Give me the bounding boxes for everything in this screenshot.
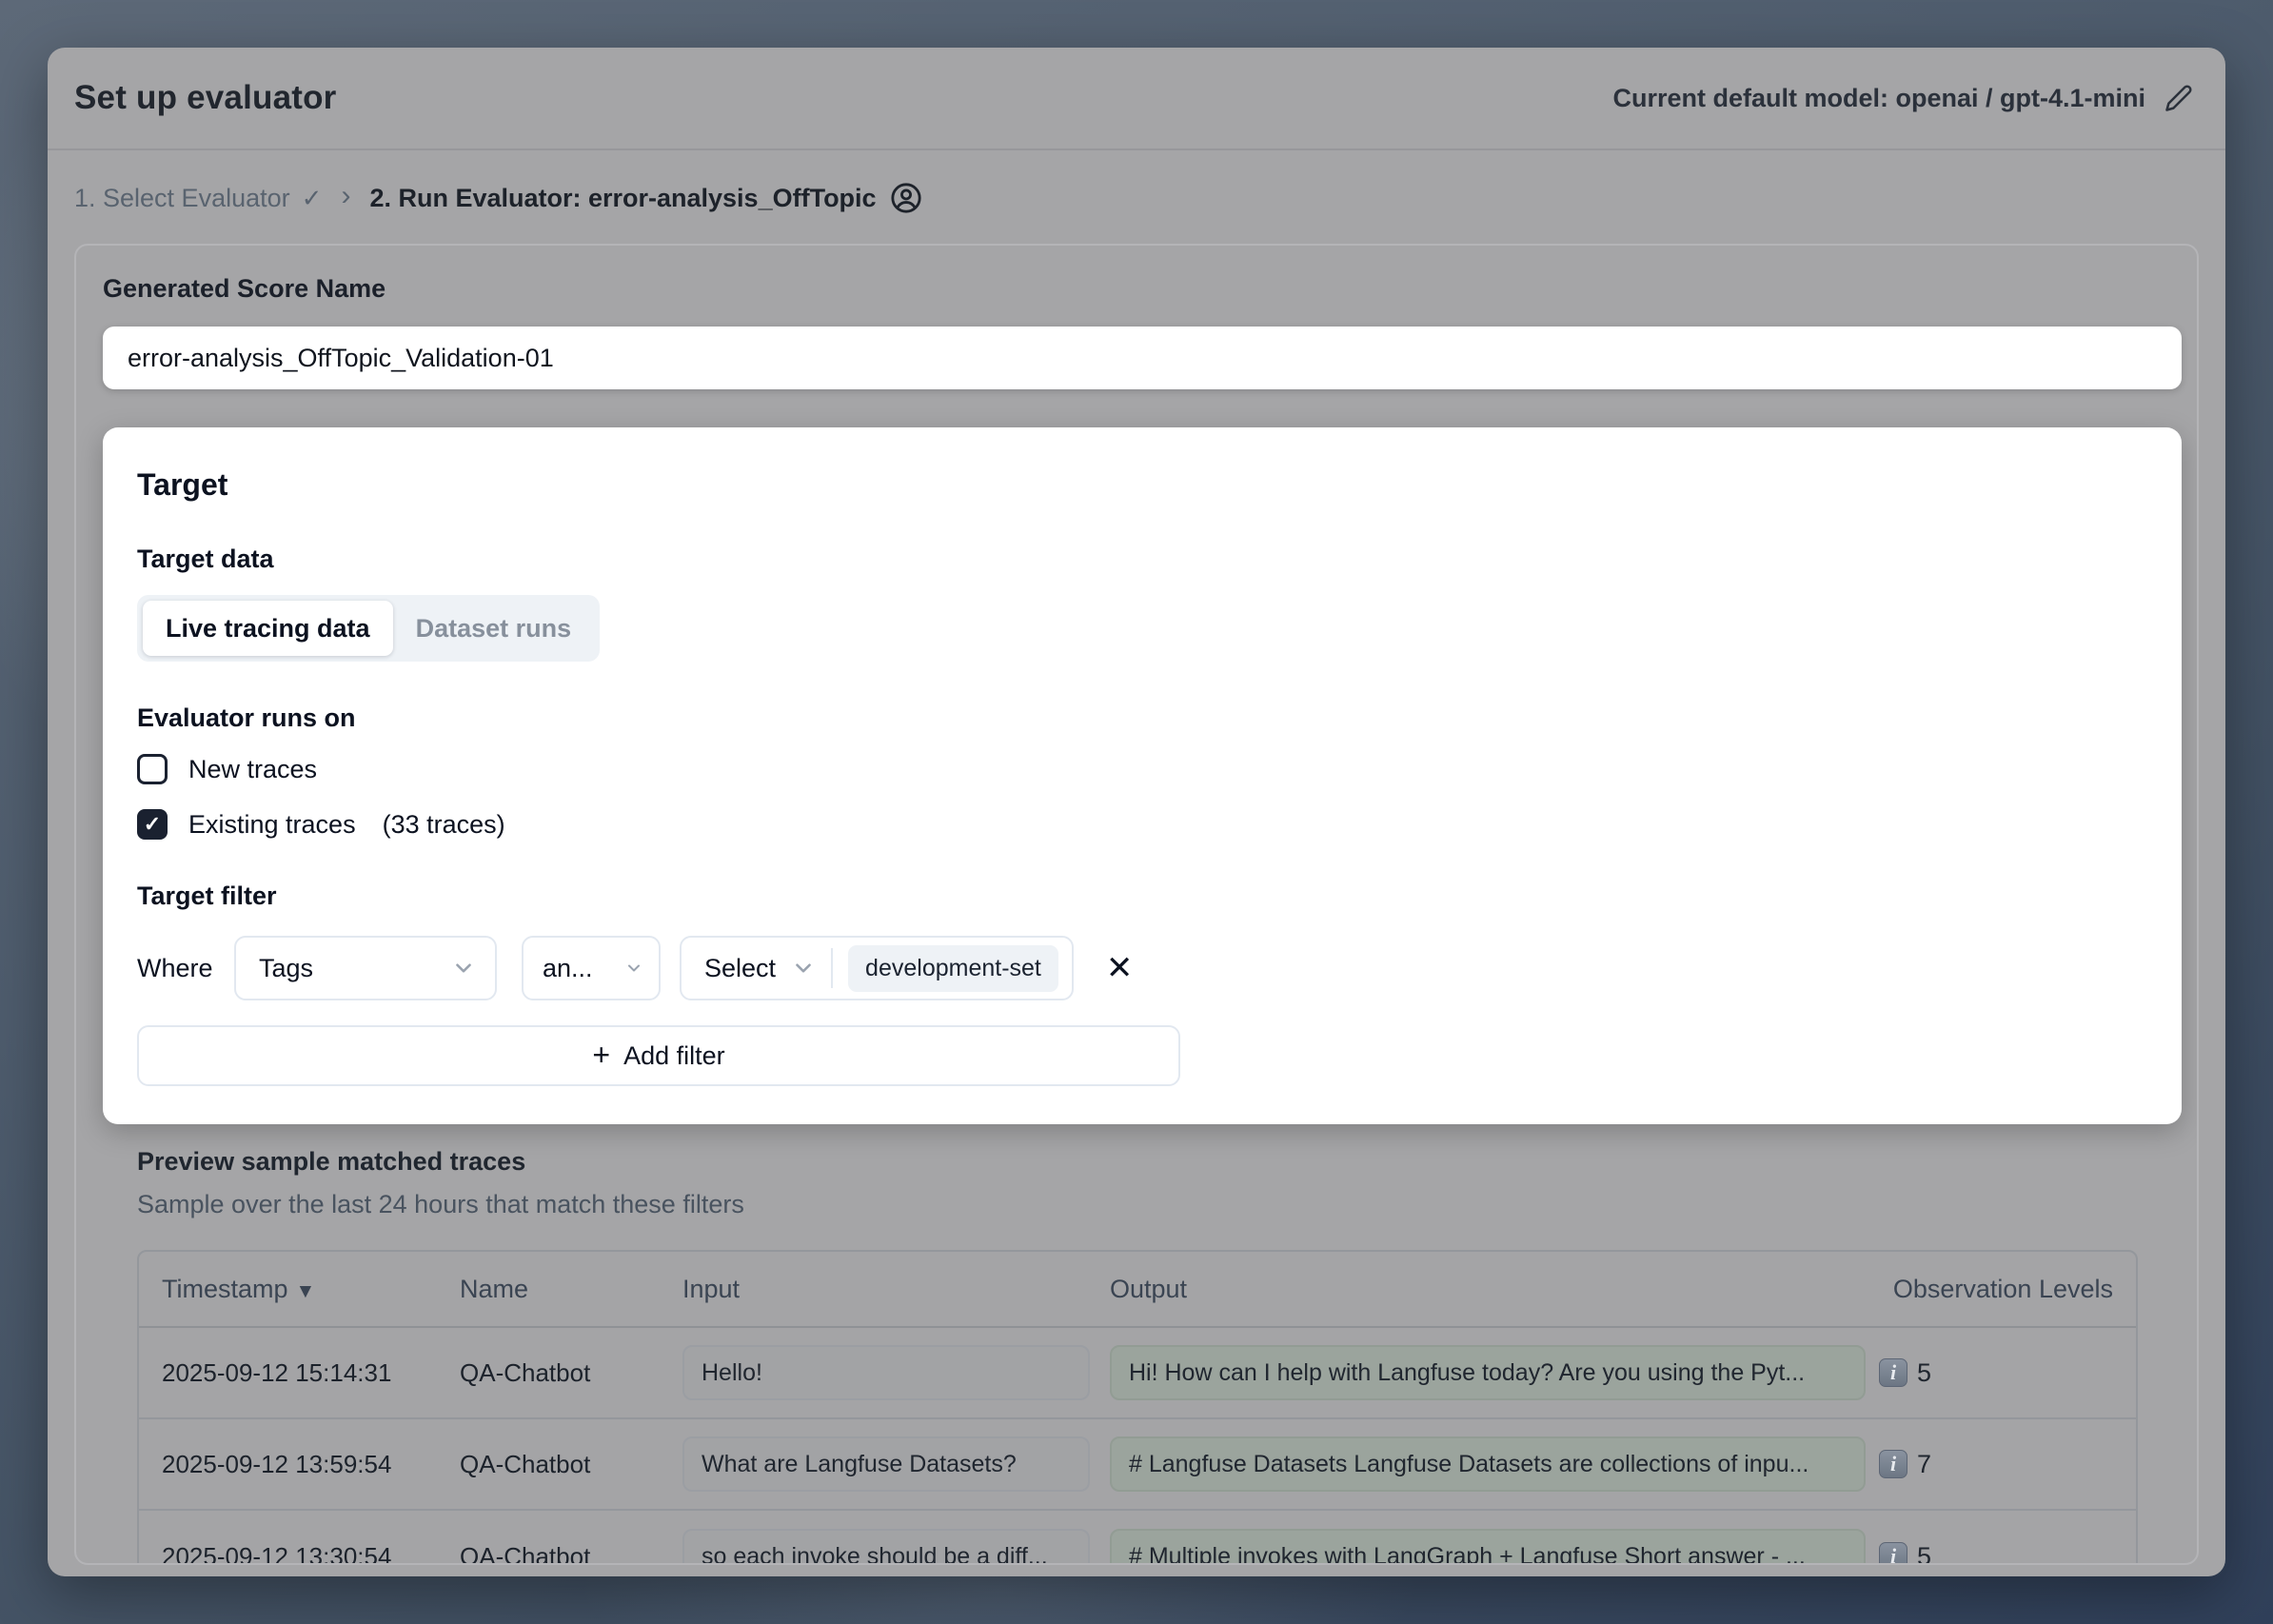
filter-operator-select[interactable]: an...: [522, 936, 661, 1000]
target-data-label: Target data: [137, 545, 2144, 574]
filter-value-select[interactable]: Select development-set: [680, 936, 1074, 1000]
observation-levels-cell: i 7: [1879, 1450, 2136, 1479]
preview-title: Preview sample matched traces: [137, 1147, 2197, 1177]
breadcrumb-step-select-evaluator[interactable]: 1. Select Evaluator ✓: [74, 184, 322, 213]
remove-filter-button[interactable]: ✕: [1098, 948, 1141, 988]
tab-dataset-runs[interactable]: Dataset runs: [393, 601, 595, 656]
input-cell: Hello!: [682, 1345, 1090, 1400]
observation-count: 5: [1917, 1542, 1931, 1566]
divider: [831, 948, 833, 988]
filter-column-select[interactable]: Tags: [234, 936, 497, 1000]
filter-value-select-label: Select: [704, 954, 776, 983]
info-icon: i: [1879, 1450, 1907, 1478]
column-header-output: Output: [1110, 1275, 1879, 1304]
filter-column-value: Tags: [259, 954, 313, 983]
table-row: 2025-09-12 13:30:54 QA-Chatbot so each i…: [139, 1511, 2136, 1565]
preview-section: Preview sample matched traces Sample ove…: [137, 1147, 2197, 1565]
breadcrumb: 1. Select Evaluator ✓ › 2. Run Evaluator…: [74, 152, 2199, 244]
observation-count: 7: [1917, 1450, 1931, 1479]
default-model-label: Current default model: openai / gpt-4.1-…: [1612, 84, 2145, 113]
check-icon: ✓: [302, 184, 323, 213]
generated-score-name-input[interactable]: [103, 327, 2182, 389]
observation-levels-cell: i 5: [1879, 1542, 2136, 1566]
info-icon: i: [1879, 1358, 1907, 1387]
user-circle-icon: [890, 182, 922, 214]
observation-levels-cell: i 5: [1879, 1358, 2136, 1388]
observation-count: 5: [1917, 1358, 1931, 1388]
preview-subtitle: Sample over the last 24 hours that match…: [137, 1190, 2197, 1219]
timestamp-cell: 2025-09-12 13:30:54: [139, 1542, 460, 1566]
target-card-title: Target: [137, 467, 2144, 503]
column-header-timestamp[interactable]: Timestamp▼: [139, 1275, 460, 1304]
default-model-row: Current default model: openai / gpt-4.1-…: [1612, 80, 2197, 116]
timestamp-cell: 2025-09-12 13:59:54: [139, 1450, 460, 1479]
target-data-tabs: Live tracing data Dataset runs: [137, 595, 600, 662]
name-cell: QA-Chatbot: [460, 1542, 682, 1566]
output-cell: Hi! How can I help with Langfuse today? …: [1110, 1345, 1866, 1400]
timestamp-cell: 2025-09-12 15:14:31: [139, 1358, 460, 1388]
run-evaluator-panel: Generated Score Name Target Target data …: [74, 244, 2199, 1565]
add-filter-label: Add filter: [623, 1041, 725, 1071]
output-cell: # Langfuse Datasets Langfuse Datasets ar…: [1110, 1436, 1866, 1492]
name-cell: QA-Chatbot: [460, 1450, 682, 1479]
name-cell: QA-Chatbot: [460, 1358, 682, 1388]
new-traces-checkbox[interactable]: [137, 754, 168, 784]
chevron-right-icon: ›: [341, 180, 350, 216]
table-header-row: Timestamp▼ Name Input Output Observation…: [139, 1252, 2136, 1328]
sort-desc-icon: ▼: [296, 1280, 316, 1302]
setup-evaluator-modal: Set up evaluator Current default model: …: [48, 48, 2225, 1576]
chevron-down-icon: [791, 956, 816, 980]
column-header-observation-levels: Observation Levels: [1879, 1275, 2136, 1304]
existing-traces-checkbox[interactable]: ✓: [137, 809, 168, 840]
input-cell: What are Langfuse Datasets?: [682, 1436, 1090, 1492]
existing-traces-row: ✓ Existing traces (33 traces): [137, 805, 2144, 843]
column-header-input: Input: [682, 1275, 1110, 1304]
output-cell: # Multiple invokes with LangGraph + Lang…: [1110, 1529, 1866, 1565]
where-label: Where: [137, 954, 234, 983]
generated-score-name-label: Generated Score Name: [103, 274, 2197, 304]
target-card: Target Target data Live tracing data Dat…: [103, 427, 2182, 1124]
filter-value-chip[interactable]: development-set: [848, 945, 1058, 992]
add-filter-button[interactable]: + Add filter: [137, 1025, 1180, 1086]
chevron-down-icon: [451, 956, 476, 980]
page-title: Set up evaluator: [74, 79, 337, 117]
existing-traces-count: (33 traces): [383, 810, 505, 840]
table-row: 2025-09-12 13:59:54 QA-Chatbot What are …: [139, 1419, 2136, 1511]
breadcrumb-step1-label: 1. Select Evaluator: [74, 184, 290, 213]
table-row: 2025-09-12 15:14:31 QA-Chatbot Hello! Hi…: [139, 1328, 2136, 1419]
existing-traces-label[interactable]: Existing traces: [188, 810, 356, 840]
close-icon: ✕: [1106, 950, 1134, 986]
breadcrumb-step2-label: 2. Run Evaluator: error-analysis_OffTopi…: [369, 184, 876, 213]
chevron-down-icon: [624, 959, 643, 978]
filter-operator-value: an...: [543, 954, 593, 983]
check-icon: ✓: [144, 814, 161, 835]
target-filter-label: Target filter: [137, 881, 2144, 911]
evaluator-runs-on-label: Evaluator runs on: [137, 703, 2144, 733]
plus-icon: +: [592, 1040, 610, 1070]
pencil-icon: [2164, 84, 2193, 112]
new-traces-label[interactable]: New traces: [188, 755, 317, 784]
filter-builder-row: Where Tags an... Select: [137, 936, 2144, 1000]
tab-live-tracing-data[interactable]: Live tracing data: [143, 601, 393, 656]
breadcrumb-step-run-evaluator: 2. Run Evaluator: error-analysis_OffTopi…: [369, 182, 921, 214]
edit-model-button[interactable]: [2161, 80, 2197, 116]
new-traces-row: New traces: [137, 750, 2144, 788]
matched-traces-table: Timestamp▼ Name Input Output Observation…: [137, 1250, 2138, 1565]
page-backdrop: Set up evaluator Current default model: …: [0, 0, 2273, 1624]
input-cell: so each invoke should be a diff...: [682, 1529, 1090, 1565]
modal-header: Set up evaluator Current default model: …: [48, 48, 2225, 150]
column-header-name: Name: [460, 1275, 682, 1304]
info-icon: i: [1879, 1542, 1907, 1565]
